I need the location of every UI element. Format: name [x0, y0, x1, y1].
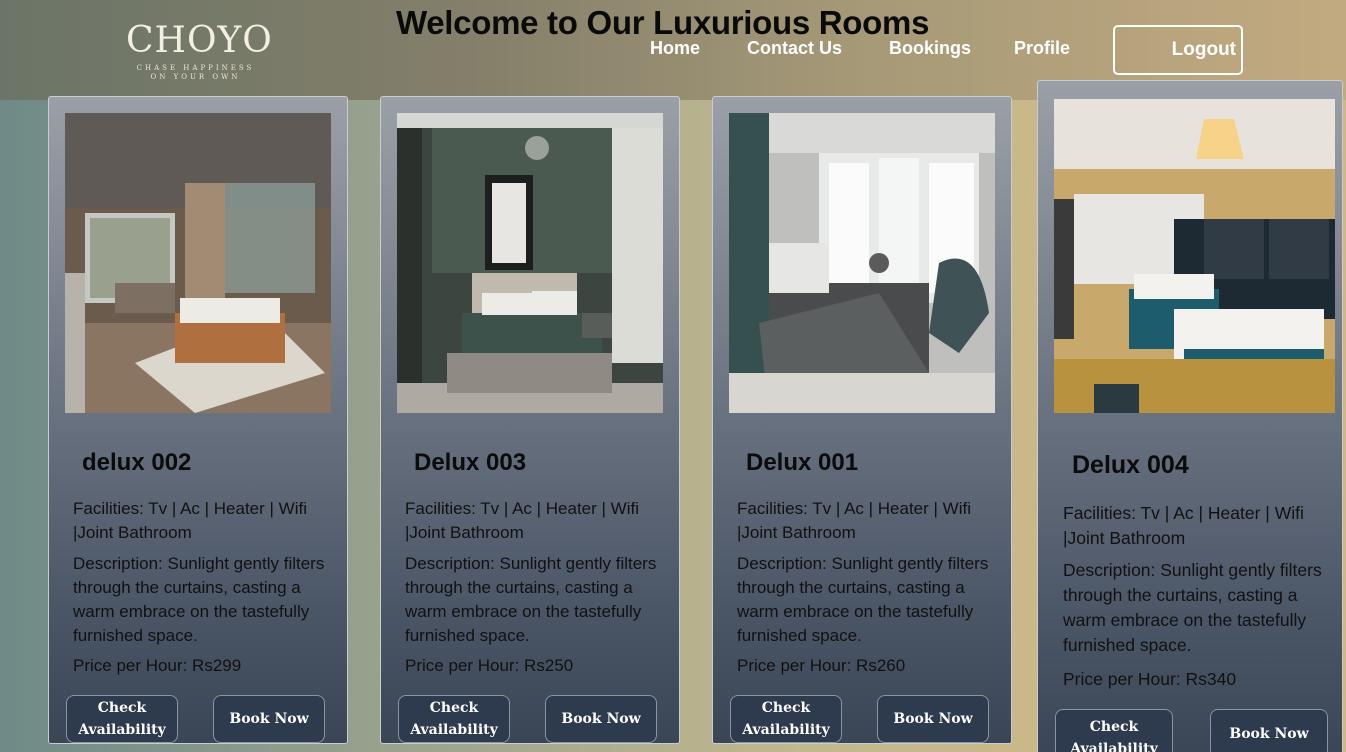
room-facilities: Facilities: Tv | Ac | Heater | Wifi |Joi…	[405, 499, 639, 542]
room-description: Description: Sunlight gently filters thr…	[405, 554, 657, 645]
logo-tagline-line-2: ON YOUR OWN	[150, 73, 241, 81]
room-photo	[65, 113, 331, 413]
book-now-button[interactable]: Book Now	[545, 695, 657, 743]
nav-profile-link[interactable]: Profile	[1014, 38, 1070, 59]
room-name: Delux 004	[1072, 451, 1189, 479]
room-name: delux 002	[82, 449, 192, 476]
check-availability-button[interactable]: Check Availability	[398, 695, 510, 743]
book-now-button[interactable]: Book Now	[1210, 709, 1328, 752]
logo-wordmark: CHOYO	[126, 20, 273, 61]
room-price: Price per Hour: Rs260	[737, 656, 906, 675]
logout-button[interactable]: Logout	[1113, 25, 1243, 75]
book-now-button[interactable]: Book Now	[877, 695, 989, 743]
room-price: Price per Hour: Rs299	[73, 656, 242, 675]
check-availability-button[interactable]: Check Availability	[730, 695, 842, 743]
room-card: delux 002 Facilities: Tv | Ac | Heater |…	[48, 96, 348, 744]
page-title: Welcome to Our Luxurious Rooms	[396, 4, 930, 41]
room-card: Delux 003 Facilities: Tv | Ac | Heater |…	[380, 96, 680, 744]
room-facilities: Facilities: Tv | Ac | Heater | Wifi |Joi…	[73, 499, 307, 542]
room-photo	[397, 113, 663, 413]
room-card: Delux 001 Facilities: Tv | Ac | Heater |…	[712, 96, 1012, 744]
check-availability-button[interactable]: Check Availability	[1055, 709, 1173, 752]
logo-tagline: CHASE HAPPINESS ON YOUR OWN	[118, 64, 273, 82]
room-description: Description: Sunlight gently filters thr…	[737, 554, 989, 645]
room-name: Delux 001	[746, 449, 859, 476]
room-facilities: Facilities: Tv | Ac | Heater | Wifi |Joi…	[737, 499, 971, 542]
brand-logo[interactable]: CHOYO CHASE HAPPINESS ON YOUR OWN	[118, 20, 273, 86]
room-price: Price per Hour: Rs250	[405, 656, 574, 675]
room-facilities: Facilities: Tv | Ac | Heater | Wifi |Joi…	[1063, 503, 1304, 548]
book-now-button[interactable]: Book Now	[213, 695, 325, 743]
nav-bookings-link[interactable]: Bookings	[889, 38, 971, 59]
check-availability-button[interactable]: Check Availability	[66, 695, 178, 743]
room-description: Description: Sunlight gently filters thr…	[73, 554, 325, 645]
room-card: Delux 004 Facilities: Tv | Ac | Heater |…	[1037, 80, 1343, 752]
room-photo	[729, 113, 995, 413]
room-photo	[1054, 99, 1335, 413]
room-description: Description: Sunlight gently filters thr…	[1063, 560, 1322, 655]
room-name: Delux 003	[414, 449, 527, 476]
logo-tagline-line-1: CHASE HAPPINESS	[136, 64, 255, 72]
nav-home-link[interactable]: Home	[650, 38, 700, 59]
room-price: Price per Hour: Rs340	[1063, 669, 1237, 689]
nav-contact-link[interactable]: Contact Us	[747, 38, 842, 59]
